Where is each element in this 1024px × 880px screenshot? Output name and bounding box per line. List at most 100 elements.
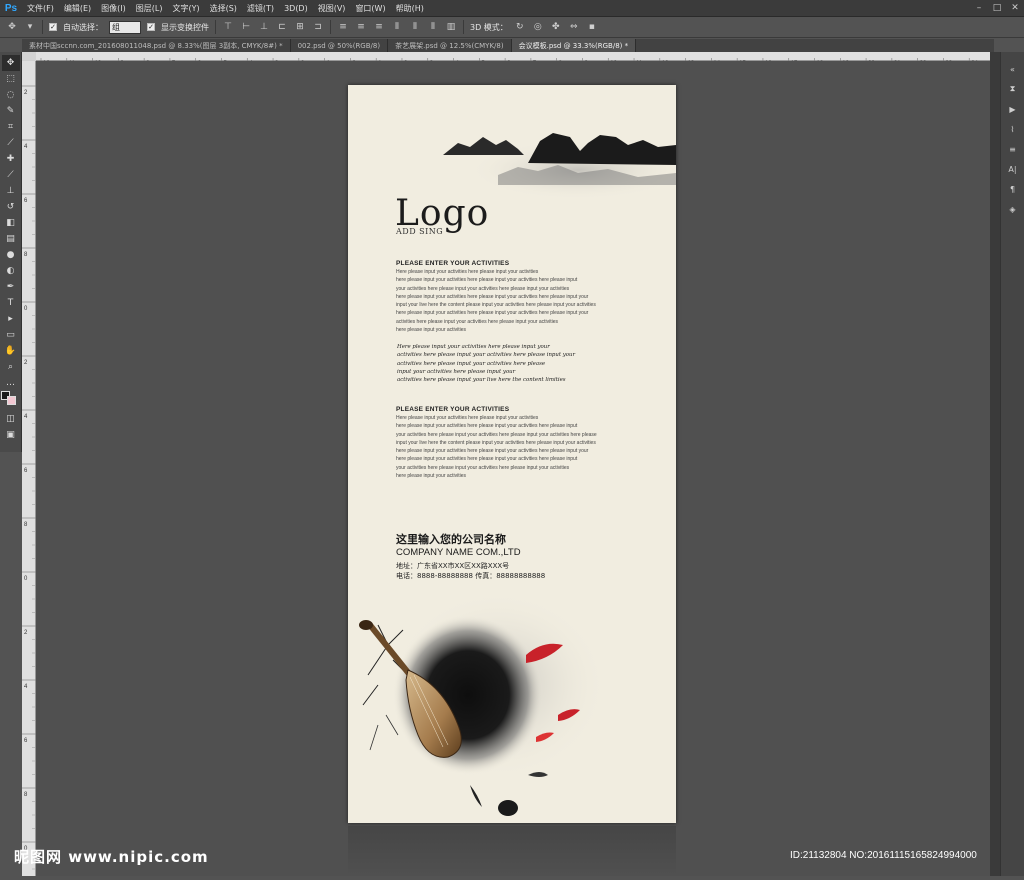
auto-select-checkbox[interactable]: ✓ (49, 23, 57, 31)
screen-mode-icon[interactable]: ▣ (2, 427, 20, 443)
align-vcenter-icon[interactable]: ⊢ (240, 21, 252, 33)
poster-script-paragraph: Here please input your activities here p… (397, 343, 627, 384)
ruler-origin[interactable] (22, 52, 36, 61)
healing-icon[interactable]: ✚ (2, 151, 20, 167)
align-right-icon[interactable]: ⊐ (312, 21, 324, 33)
zoom-icon[interactable]: ⌕ (2, 359, 20, 375)
shape-icon[interactable]: ▭ (2, 327, 20, 343)
crop-icon[interactable]: ⌗ (2, 119, 20, 135)
menu-layer[interactable]: 图层(L) (131, 3, 168, 14)
type-icon[interactable]: T (2, 295, 20, 311)
menu-select[interactable]: 选择(S) (205, 3, 242, 14)
chevron-down-icon[interactable]: ▾ (24, 21, 36, 33)
scale-3d-icon[interactable]: ▪ (586, 21, 598, 33)
distribute-hcenter-icon[interactable]: ⦀ (409, 21, 421, 33)
distribute-top-icon[interactable]: ≡ (337, 21, 349, 33)
poster-paragraph-1: Here please input your activities here p… (396, 268, 626, 334)
background-color-swatch[interactable] (6, 396, 16, 405)
ruler-label: 8 (24, 252, 28, 258)
tab-document-active[interactable]: 会议模板.psd @ 33.3%(RGB/8) * (511, 39, 637, 52)
ruler-label: 4 (24, 684, 28, 690)
3d-panel-icon[interactable]: ◈ (1005, 202, 1021, 216)
actions-panel-icon[interactable]: ▶ (1005, 102, 1021, 116)
gradient-icon[interactable]: ▤ (2, 231, 20, 247)
roll-3d-icon[interactable]: ◎ (532, 21, 544, 33)
ruler-label: 6 (24, 198, 28, 204)
poster-paragraph-line: activities here please input your activi… (396, 318, 559, 325)
quick-mask-icon[interactable]: ◫ (2, 411, 20, 427)
auto-select-dropdown[interactable]: 组 (109, 20, 141, 34)
stamp-icon[interactable]: ⊥ (2, 183, 20, 199)
auto-align-icon[interactable]: ▥ (445, 21, 457, 33)
tab-label: 002.psd @ 50%(RGB/8) (297, 41, 381, 50)
more-tools-icon[interactable]: … (2, 375, 20, 391)
align-hcenter-icon[interactable]: ⊞ (294, 21, 306, 33)
minimize-button[interactable]: – (970, 0, 988, 17)
collapse-panels-icon[interactable]: « (1005, 62, 1021, 76)
poster-script-line: Here please input your activities here p… (397, 344, 550, 350)
eyedropper-icon[interactable]: ⟋ (2, 135, 20, 151)
tab-label: 会议模板.psd @ 33.3%(RGB/8) * (518, 41, 629, 50)
paragraph-panel-icon[interactable]: ¶ (1005, 182, 1021, 196)
vertical-ruler[interactable]: 246802468024680 (22, 61, 36, 876)
poster-paragraph-line: your activities here please input your a… (396, 285, 570, 292)
horizontal-ruler[interactable]: 1211109876543210123456789101112131415161… (36, 52, 990, 67)
menu-file[interactable]: 文件(F) (22, 3, 59, 14)
blur-icon[interactable]: ● (2, 247, 20, 263)
tab-label: 素材中国sccnn.com_201608011048.psd @ 8.33%(图… (29, 41, 283, 50)
align-top-icon[interactable]: ⊤ (222, 21, 234, 33)
menu-window[interactable]: 窗口(W) (350, 3, 390, 14)
menu-type[interactable]: 文字(Y) (167, 3, 204, 14)
company-name-cn: 这里输入您的公司名称 (396, 533, 506, 546)
ruler-label: 6 (24, 738, 28, 744)
distribute-bottom-icon[interactable]: ≡ (373, 21, 385, 33)
slide-3d-icon[interactable]: ⇔ (568, 21, 580, 33)
menu-filter[interactable]: 滤镜(T) (242, 3, 279, 14)
character-panel-icon[interactable]: A| (1005, 162, 1021, 176)
lasso-icon[interactable]: ◌ (2, 87, 20, 103)
quick-select-icon[interactable]: ✎ (2, 103, 20, 119)
company-address: 地址：广东省XX市XX区XX路XXX号 (396, 562, 510, 570)
tab-document[interactable]: 茶艺展架.psd @ 12.5%(CMYK/8) (388, 39, 512, 52)
menu-3d[interactable]: 3D(D) (279, 4, 313, 13)
distribute-right-icon[interactable]: ⦀ (427, 21, 439, 33)
close-button[interactable]: ✕ (1006, 0, 1024, 17)
maximize-button[interactable]: □ (988, 0, 1006, 17)
dodge-icon[interactable]: ◐ (2, 263, 20, 279)
pen-icon[interactable]: ✒ (2, 279, 20, 295)
poster-script-line: input your activities here please input … (397, 368, 516, 375)
image-id-watermark: ID:21132804 NO:20161115165824994000 (790, 850, 977, 861)
brush-icon[interactable]: ⟋ (2, 167, 20, 183)
move-tool-preset-icon[interactable]: ✥ (6, 21, 18, 33)
tab-document[interactable]: 素材中国sccnn.com_201608011048.psd @ 8.33%(图… (22, 39, 291, 52)
menu-help[interactable]: 帮助(H) (391, 3, 429, 14)
history-panel-icon[interactable]: ⧗ (1005, 82, 1021, 96)
distribute-vcenter-icon[interactable]: ≡ (355, 21, 367, 33)
menu-edit[interactable]: 编辑(E) (59, 3, 96, 14)
distribute-left-icon[interactable]: ⦀ (391, 21, 403, 33)
marquee-icon[interactable]: ⬚ (2, 71, 20, 87)
show-transform-checkbox[interactable]: ✓ (147, 23, 155, 31)
rotate-3d-icon[interactable]: ↻ (514, 21, 526, 33)
adjustments-panel-icon[interactable]: ≡ (1005, 142, 1021, 156)
menu-image[interactable]: 图像(I) (96, 3, 131, 14)
options-bar: ✥ ▾ ✓ 自动选择： 组 ✓ 显示变换控件 ⊤ ⊢ ⊥ ⊏ ⊞ ⊐ ≡ ≡ ≡… (0, 17, 1024, 38)
color-swatches[interactable] (0, 391, 21, 411)
hand-icon[interactable]: ✋ (2, 343, 20, 359)
drag-3d-icon[interactable]: ✤ (550, 21, 562, 33)
poster-heading-1: PLEASE ENTER YOUR ACTIVITIES (396, 260, 510, 267)
tab-document[interactable]: 002.psd @ 50%(RGB/8) (290, 39, 389, 52)
menu-view[interactable]: 视图(V) (313, 3, 351, 14)
align-left-icon[interactable]: ⊏ (276, 21, 288, 33)
ruler-label: 2 (24, 90, 28, 96)
eraser-icon[interactable]: ◧ (2, 215, 20, 231)
brush-panel-icon[interactable]: ⌇ (1005, 122, 1021, 136)
history-brush-icon[interactable]: ↺ (2, 199, 20, 215)
path-select-icon[interactable]: ▸ (2, 311, 20, 327)
show-transform-label: 显示变换控件 (161, 22, 209, 32)
document-poster[interactable]: Logo ADD SING PLEASE ENTER YOUR ACTIVITI… (348, 85, 676, 823)
poster-paragraph-line: here please input your activities here p… (396, 423, 578, 430)
align-bottom-icon[interactable]: ⊥ (258, 21, 270, 33)
ruler-label: 0 (24, 576, 28, 582)
move-icon[interactable]: ✥ (1, 55, 20, 71)
